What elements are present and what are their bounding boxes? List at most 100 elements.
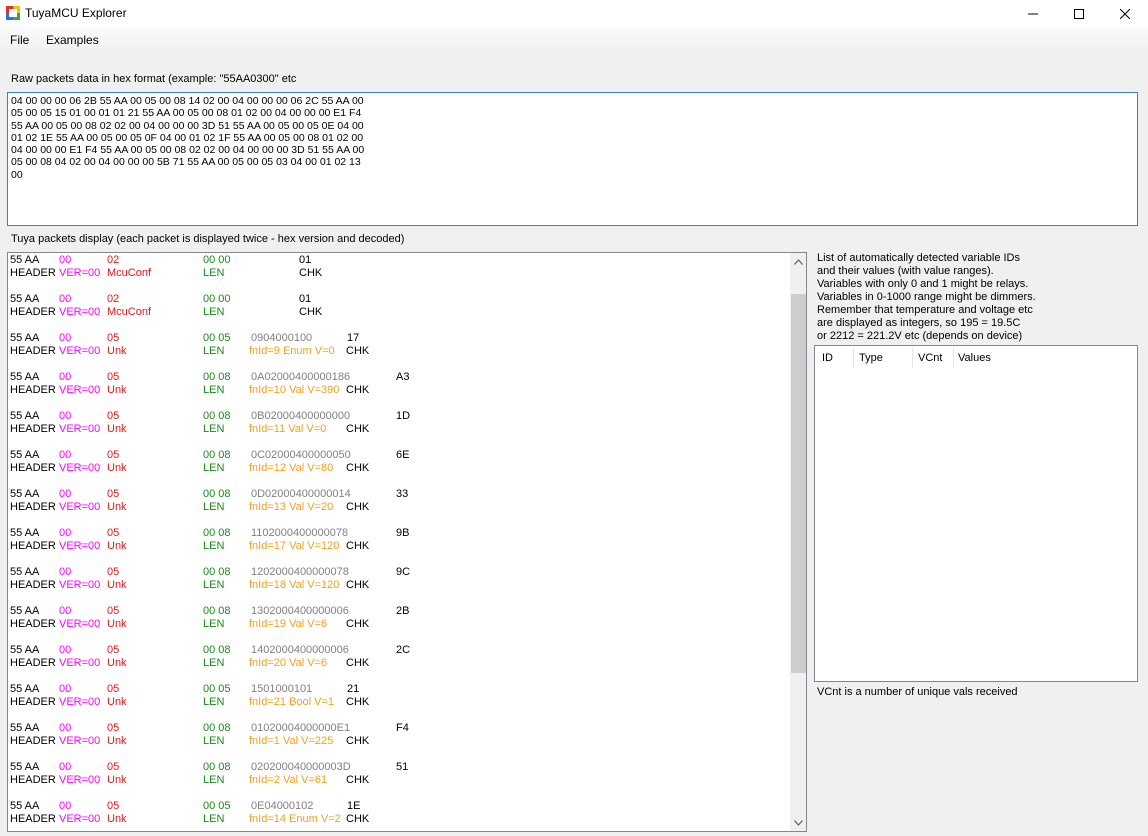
packet-version: 00 <box>59 410 72 422</box>
packet-header: 55 AA <box>10 800 40 812</box>
packet-version-decoded: VER=00 <box>59 384 101 396</box>
packet-data-decoded: fnId=19 Val V=6 <box>249 618 328 630</box>
packet-checksum: 17 <box>347 332 360 344</box>
packet-version: 00 <box>59 566 72 578</box>
packet-version-decoded: VER=00 <box>59 774 101 786</box>
packet-data-decoded: fnId=12 Val V=80 <box>249 462 334 474</box>
packet-command: 05 <box>107 722 120 734</box>
column-header-id[interactable]: ID <box>822 352 833 364</box>
packet-length-decoded: LEN <box>203 384 225 396</box>
packet-version-decoded: VER=00 <box>59 423 101 435</box>
packet-version: 00 <box>59 527 72 539</box>
packet-command-decoded: Unk <box>107 501 127 513</box>
column-divider[interactable] <box>853 348 854 368</box>
packet-checksum-decoded: CHK <box>299 267 323 279</box>
packet-command: 05 <box>107 566 120 578</box>
packet-length-decoded: LEN <box>203 306 225 318</box>
packet-length: 00 08 <box>203 566 231 578</box>
packet-version-decoded: VER=00 <box>59 462 101 474</box>
packet-entry: 55 AA 00 02 00 00 HEADER VER=00 McuConf LEN 01 CH… <box>10 254 790 293</box>
packet-length: 00 05 <box>203 800 231 812</box>
packet-length-decoded: LEN <box>203 618 225 630</box>
menu-file[interactable]: File <box>10 33 29 47</box>
packet-header: 55 AA <box>10 332 40 344</box>
packet-checksum-decoded: CHK <box>299 306 323 318</box>
packet-length-decoded: LEN <box>203 774 225 786</box>
packet-command-decoded: Unk <box>107 813 127 825</box>
packet-command-decoded: Unk <box>107 618 127 630</box>
packet-checksum-decoded: CHK <box>346 813 370 825</box>
packet-data: 020200040000003D <box>251 761 351 773</box>
packet-length-decoded: LEN <box>203 579 225 591</box>
packet-version-decoded: VER=00 <box>59 696 101 708</box>
packet-command: 05 <box>107 488 120 500</box>
packet-data: 0D02000400000014 <box>251 488 351 500</box>
packet-data: 1102000400000078 <box>251 527 349 539</box>
packet-entry: 55 AA 00 05 00 08 1302000400000006 HEADER VER=… <box>10 605 790 644</box>
close-icon <box>1120 8 1130 19</box>
packet-checksum-decoded: CHK <box>346 579 370 591</box>
packet-data: 1302000400000006 <box>251 605 349 617</box>
close-button[interactable] <box>1102 0 1148 27</box>
packet-checksum-decoded: CHK <box>346 462 370 474</box>
packet-header: 55 AA <box>10 254 40 266</box>
packet-version: 00 <box>59 332 72 344</box>
packet-header-decoded: HEADER <box>10 540 56 552</box>
packet-entry: 55 AA 00 05 00 05 0904000100 HEADER VER=00 Unk L… <box>10 332 790 371</box>
packets-scrollbar[interactable] <box>790 253 806 831</box>
packet-version: 00 <box>59 644 72 656</box>
packet-version-decoded: VER=00 <box>59 306 101 318</box>
packet-header: 55 AA <box>10 566 40 578</box>
column-divider[interactable] <box>912 348 913 368</box>
packet-data: 1202000400000078 <box>251 566 349 578</box>
packet-header-decoded: HEADER <box>10 696 56 708</box>
column-header-type[interactable]: Type <box>859 352 883 364</box>
scroll-up-button[interactable] <box>790 253 806 270</box>
packet-command-decoded: Unk <box>107 774 127 786</box>
packet-version: 00 <box>59 761 72 773</box>
column-header-vcnt[interactable]: VCnt <box>918 352 942 364</box>
vcnt-note: VCnt is a number of unique vals received <box>817 686 1018 698</box>
column-divider[interactable] <box>953 348 954 368</box>
packet-length: 00 08 <box>203 761 231 773</box>
packet-header: 55 AA <box>10 722 40 734</box>
column-header-values[interactable]: Values <box>958 352 991 364</box>
packet-command-decoded: Unk <box>107 540 127 552</box>
packet-length: 00 08 <box>203 371 231 383</box>
maximize-button[interactable] <box>1056 0 1102 27</box>
packet-checksum-decoded: CHK <box>346 735 370 747</box>
menu-examples[interactable]: Examples <box>46 33 99 47</box>
packet-entry: 55 AA 00 05 00 08 020200040000003D HEADER VER=… <box>10 761 790 800</box>
packet-header-decoded: HEADER <box>10 423 56 435</box>
packet-command: 05 <box>107 449 120 461</box>
minimize-button[interactable] <box>1010 0 1056 27</box>
app-icon <box>6 6 20 20</box>
packet-length-decoded: LEN <box>203 423 225 435</box>
packets-display-label: Tuya packets display (each packet is dis… <box>11 233 405 245</box>
packet-length-decoded: LEN <box>203 813 225 825</box>
packet-checksum: 1D <box>396 410 411 422</box>
chevron-up-icon <box>794 258 803 265</box>
raw-hex-input[interactable] <box>7 92 1138 226</box>
packet-version: 00 <box>59 488 72 500</box>
packet-data: 0B02000400000000 <box>251 410 351 422</box>
title-bar: TuyaMCU Explorer <box>0 0 1148 27</box>
packet-header: 55 AA <box>10 371 40 383</box>
variable-list[interactable]: ID Type VCnt Values <box>814 345 1138 682</box>
packets-display[interactable]: 55 AA 00 02 00 00 HEADER VER=00 McuConf LEN 01 CH… <box>7 252 807 832</box>
scroll-down-button[interactable] <box>790 814 806 831</box>
packet-checksum: 21 <box>347 683 360 695</box>
packet-length: 00 05 <box>203 332 231 344</box>
packet-version: 00 <box>59 293 72 305</box>
packet-length-decoded: LEN <box>203 657 225 669</box>
scroll-thumb[interactable] <box>791 294 806 673</box>
packet-command: 05 <box>107 683 120 695</box>
packet-data-decoded: fnId=21 Bool V=1 <box>249 696 335 708</box>
packet-command-decoded: Unk <box>107 696 127 708</box>
packet-checksum: A3 <box>396 371 410 383</box>
packet-checksum: 1E <box>347 800 361 812</box>
packet-header: 55 AA <box>10 605 40 617</box>
packet-version: 00 <box>59 800 72 812</box>
packet-header-decoded: HEADER <box>10 774 56 786</box>
packet-checksum: 01 <box>299 293 312 305</box>
